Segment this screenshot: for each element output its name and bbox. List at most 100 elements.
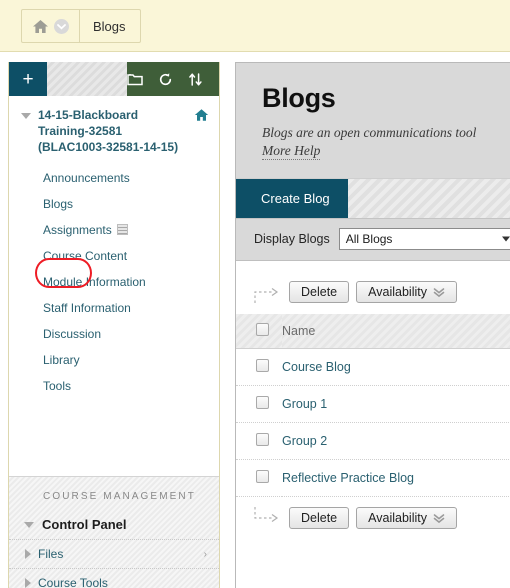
refresh-icon[interactable] (158, 72, 173, 87)
home-icon[interactable] (32, 19, 49, 34)
action-bar: Create Blog (236, 179, 510, 219)
breadcrumb-current[interactable]: Blogs (80, 10, 140, 42)
table-row: Group 2 (236, 422, 510, 460)
row-name-cell: Reflective Practice Blog (282, 459, 510, 497)
course-nav-list: Announcements Blogs Assignments Course C… (9, 163, 219, 399)
sidebar-item-label: Discussion (43, 327, 102, 341)
sidebar-item-label: Staff Information (43, 301, 131, 315)
display-blogs-select[interactable]: All Blogs (338, 228, 510, 250)
course-management-section: COURSE MANAGEMENT Control Panel Files › … (9, 476, 219, 588)
delete-button-label: Delete (301, 511, 338, 525)
display-blogs-selected-value: All Blogs (345, 232, 393, 246)
sidebar-item-label: Assignments (43, 223, 112, 237)
collapse-course-icon[interactable] (21, 113, 31, 119)
main-content-panel: Blogs Blogs are an open communications t… (235, 62, 510, 588)
create-blog-button[interactable]: Create Blog (236, 179, 348, 218)
control-panel-row[interactable]: Control Panel (9, 510, 219, 540)
sidebar-item-label: Library (43, 353, 80, 367)
table-header-row: Name (236, 314, 510, 349)
sort-updown-icon[interactable] (188, 72, 203, 87)
control-panel-label: Control Panel (42, 517, 127, 532)
row-select-cell (236, 385, 282, 423)
sidebar-item-library[interactable]: Library (9, 347, 219, 373)
page-description: Blogs are an open communications tool (262, 125, 477, 140)
row-select-cell (236, 348, 282, 386)
folder-icon[interactable] (127, 72, 143, 86)
row-checkbox[interactable] (256, 359, 269, 372)
page-header: Blogs Blogs are an open communications t… (236, 63, 510, 179)
sidebar-item-course-tools[interactable]: Course Tools (9, 569, 219, 588)
course-menu: + 14-15-Blackboard Training-32581 (BLAC1… (8, 62, 220, 588)
blog-link[interactable]: Group 1 (282, 397, 327, 411)
delete-button-label: Delete (301, 285, 338, 299)
sidebar-item-files[interactable]: Files › (9, 540, 219, 569)
table-row: Reflective Practice Blog (236, 459, 510, 497)
page-title: Blogs (262, 83, 336, 113)
sidebar-item-announcements[interactable]: Announcements (9, 165, 219, 191)
course-home-icon[interactable] (194, 108, 209, 122)
row-checkbox[interactable] (256, 433, 269, 446)
sidebar-item-label: Tools (43, 379, 72, 393)
sidebar-item-tools[interactable]: Tools (9, 373, 219, 399)
course-title[interactable]: 14-15-Blackboard Training-32581 (BLAC100… (38, 107, 192, 155)
table-row: Group 1 (236, 385, 510, 423)
course-menu-body: 14-15-Blackboard Training-32581 (BLAC100… (9, 96, 219, 588)
sidebar-item-label: Module Information (43, 275, 146, 289)
row-name-cell: Group 1 (282, 385, 510, 423)
chevron-down-icon[interactable] (54, 18, 69, 34)
delete-button-top[interactable]: Delete (289, 281, 350, 303)
display-blogs-label: Display Blogs (254, 232, 330, 246)
breadcrumb: Blogs (21, 9, 141, 43)
availability-button-bottom[interactable]: Availability (356, 507, 457, 529)
select-all-checkbox[interactable] (256, 323, 269, 336)
sidebar-item-label: Course Content (43, 249, 128, 263)
table-row: Course Blog (236, 348, 510, 386)
course-management-heading: COURSE MANAGEMENT (43, 491, 196, 502)
select-all-header (236, 314, 282, 349)
blog-link[interactable]: Group 2 (282, 434, 327, 448)
sidebar-item-assignments[interactable]: Assignments (9, 217, 219, 243)
row-checkbox[interactable] (256, 396, 269, 409)
delete-button-bottom[interactable]: Delete (289, 507, 350, 529)
more-help-link[interactable]: More Help (262, 142, 321, 160)
breadcrumb-bar: Blogs (0, 0, 510, 52)
blog-link[interactable]: Reflective Practice Blog (282, 471, 414, 485)
availability-button-label: Availability (368, 285, 427, 299)
top-action-row: Delete Availability (236, 281, 510, 303)
column-header-name[interactable]: Name (282, 314, 510, 349)
sidebar-item-staff-information[interactable]: Staff Information (9, 295, 219, 321)
expand-files-icon[interactable] (25, 549, 31, 559)
blog-list-region: Delete Availability Name Course Blog Gro… (236, 261, 510, 529)
sidebar-item-label: Blogs (43, 197, 74, 211)
blog-link[interactable]: Course Blog (282, 360, 351, 374)
dotted-arrow-icon (252, 281, 282, 303)
chevron-down-icon (502, 236, 510, 242)
double-chevron-down-icon (433, 287, 445, 298)
row-checkbox[interactable] (256, 470, 269, 483)
row-name-cell: Group 2 (282, 422, 510, 460)
blogs-table: Name Course Blog Group 1 Group 2 Reflect… (236, 314, 510, 497)
double-chevron-down-icon (433, 513, 445, 524)
chevron-right-icon: › (203, 548, 207, 560)
bottom-action-row: Delete Availability (236, 497, 510, 529)
grid-icon (116, 224, 128, 235)
sidebar-item-blogs[interactable]: Blogs (9, 191, 219, 217)
add-menu-item-button[interactable]: + (9, 62, 47, 96)
collapse-control-panel-icon[interactable] (24, 521, 34, 528)
sidebar-item-discussion[interactable]: Discussion (9, 321, 219, 347)
sidebar-item-label: Announcements (43, 171, 130, 185)
toolbar-icon-group (127, 62, 219, 96)
availability-button-top[interactable]: Availability (356, 281, 457, 303)
breadcrumb-home-cell[interactable] (22, 10, 80, 42)
sidebar-item-label: Course Tools (38, 576, 108, 588)
sidebar-item-course-content[interactable]: Course Content (9, 243, 219, 269)
availability-button-label: Availability (368, 511, 427, 525)
row-name-cell: Course Blog (282, 348, 510, 386)
toolbar-stripe-filler (47, 62, 127, 96)
course-title-row: 14-15-Blackboard Training-32581 (BLAC100… (9, 96, 219, 163)
sidebar-item-module-information[interactable]: Module Information (9, 269, 219, 295)
row-select-cell (236, 422, 282, 460)
course-menu-toolbar: + (9, 62, 219, 96)
expand-course-tools-icon[interactable] (25, 578, 31, 588)
row-select-cell (236, 459, 282, 497)
